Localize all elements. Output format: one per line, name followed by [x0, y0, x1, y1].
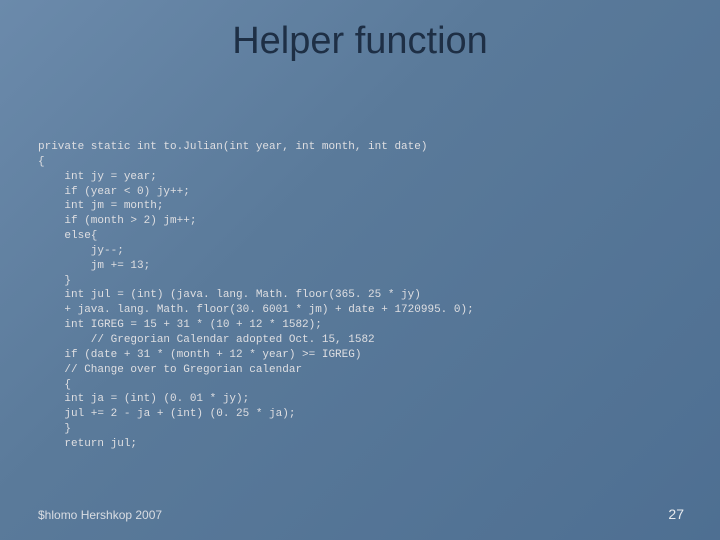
- slide-title: Helper function: [0, 20, 720, 63]
- code-block: private static int to.Julian(int year, i…: [38, 140, 682, 452]
- footer-author: $hlomo Hershkop 2007: [38, 508, 162, 522]
- slide: Helper function private static int to.Ju…: [0, 0, 720, 540]
- slide-number: 27: [668, 506, 684, 522]
